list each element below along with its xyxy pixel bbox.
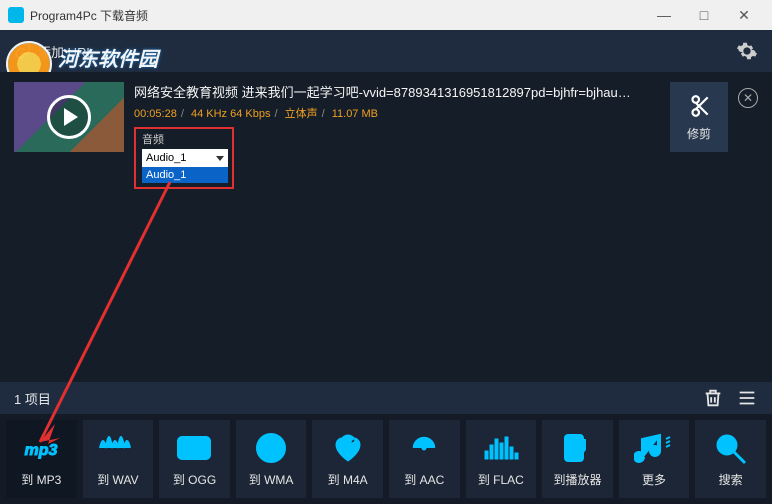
aac-icon <box>404 431 444 465</box>
chevron-down-icon <box>216 156 224 161</box>
media-metadata: 00:05:28/ 44 KHz 64 Kbps/ 立体声/ 11.07 MB <box>134 105 660 121</box>
audio-track-label: 音频 <box>142 131 226 147</box>
format-label: 到 AAC <box>404 471 444 488</box>
minimize-button[interactable]: — <box>644 7 684 23</box>
video-thumbnail[interactable] <box>14 82 124 152</box>
mp3-icon: mp3 <box>21 431 61 465</box>
format-label: 到 WMA <box>249 471 294 488</box>
window-titlebar: Program4Pc 下载音频 — □ ✕ <box>0 0 772 30</box>
settings-gear-icon[interactable] <box>736 40 758 62</box>
format-more-button[interactable]: 更多 <box>619 420 690 498</box>
app-icon <box>8 7 24 23</box>
media-size: 11.07 MB <box>332 108 378 120</box>
format-player-button[interactable]: 到播放器 <box>542 420 613 498</box>
link-plus-icon <box>14 42 32 60</box>
format-label: 到 OGG <box>173 471 216 488</box>
format-label: 搜索 <box>719 471 743 488</box>
more-icon <box>634 431 674 465</box>
search-icon <box>711 431 751 465</box>
add-url-button[interactable]: 添加 URL <box>14 42 94 61</box>
item-count: 1 项目 <box>14 389 51 408</box>
top-toolbar: 添加 URL <box>0 30 772 72</box>
format-aac-button[interactable]: 到 AAC <box>389 420 460 498</box>
format-label: 到 WAV <box>97 471 138 488</box>
format-label: 到 M4A <box>328 471 368 488</box>
scissors-icon <box>686 93 712 119</box>
delete-icon[interactable] <box>702 387 724 409</box>
format-label: 到播放器 <box>553 471 601 488</box>
format-bar: mp3 到 MP3 到 WAV Ogg 到 OGG 到 WMA 到 M4A 到 AAC 到 FL… <box>0 414 772 504</box>
media-title: 网络安全教育视频 进来我们一起学习吧-vvid=8789341316951812… <box>134 82 634 101</box>
list-menu-icon[interactable] <box>736 387 758 409</box>
format-label: 更多 <box>642 471 666 488</box>
play-icon <box>47 95 91 139</box>
format-label: 到 MP3 <box>21 471 61 488</box>
format-label: 到 FLAC <box>478 471 524 488</box>
media-info: 网络安全教育视频 进来我们一起学习吧-vvid=8789341316951812… <box>134 82 660 189</box>
player-icon <box>557 431 597 465</box>
format-search-button[interactable]: 搜索 <box>695 420 766 498</box>
media-duration: 00:05:28 <box>134 108 177 120</box>
trim-button[interactable]: 修剪 <box>670 82 728 152</box>
trim-label: 修剪 <box>687 125 711 142</box>
close-button[interactable]: ✕ <box>724 7 764 24</box>
svg-text:mp3: mp3 <box>25 442 58 459</box>
format-wav-button[interactable]: 到 WAV <box>83 420 154 498</box>
add-url-label: 添加 URL <box>38 42 94 61</box>
status-bar: 1 项目 <box>0 382 772 414</box>
audio-dropdown-option[interactable]: Audio_1 <box>142 167 228 183</box>
format-mp3-button[interactable]: mp3 到 MP3 <box>6 420 77 498</box>
format-flac-button[interactable]: 到 FLAC <box>466 420 537 498</box>
media-samplerate: 44 KHz <box>191 108 227 120</box>
window-title: Program4Pc 下载音频 <box>30 7 644 24</box>
maximize-button[interactable]: □ <box>684 7 724 23</box>
format-wma-button[interactable]: 到 WMA <box>236 420 307 498</box>
format-ogg-button[interactable]: Ogg 到 OGG <box>159 420 230 498</box>
media-channels: 立体声 <box>285 108 318 120</box>
flac-icon <box>481 431 521 465</box>
svg-text:Ogg: Ogg <box>183 442 206 456</box>
remove-item-button[interactable]: ✕ <box>738 88 758 108</box>
format-m4a-button[interactable]: 到 M4A <box>312 420 383 498</box>
ogg-icon: Ogg <box>174 431 214 465</box>
media-list: 网络安全教育视频 进来我们一起学习吧-vvid=8789341316951812… <box>0 72 772 382</box>
audio-selected-value: Audio_1 <box>146 152 186 164</box>
audio-track-dropdown[interactable]: Audio_1 <box>142 149 228 167</box>
wav-icon <box>98 431 138 465</box>
media-item[interactable]: 网络安全教育视频 进来我们一起学习吧-vvid=8789341316951812… <box>14 82 758 189</box>
m4a-icon <box>328 431 368 465</box>
audio-selector-highlight: 音频 Audio_1 Audio_1 <box>134 127 234 189</box>
media-bitrate: 64 Kbps <box>230 108 270 120</box>
wma-icon <box>251 431 291 465</box>
